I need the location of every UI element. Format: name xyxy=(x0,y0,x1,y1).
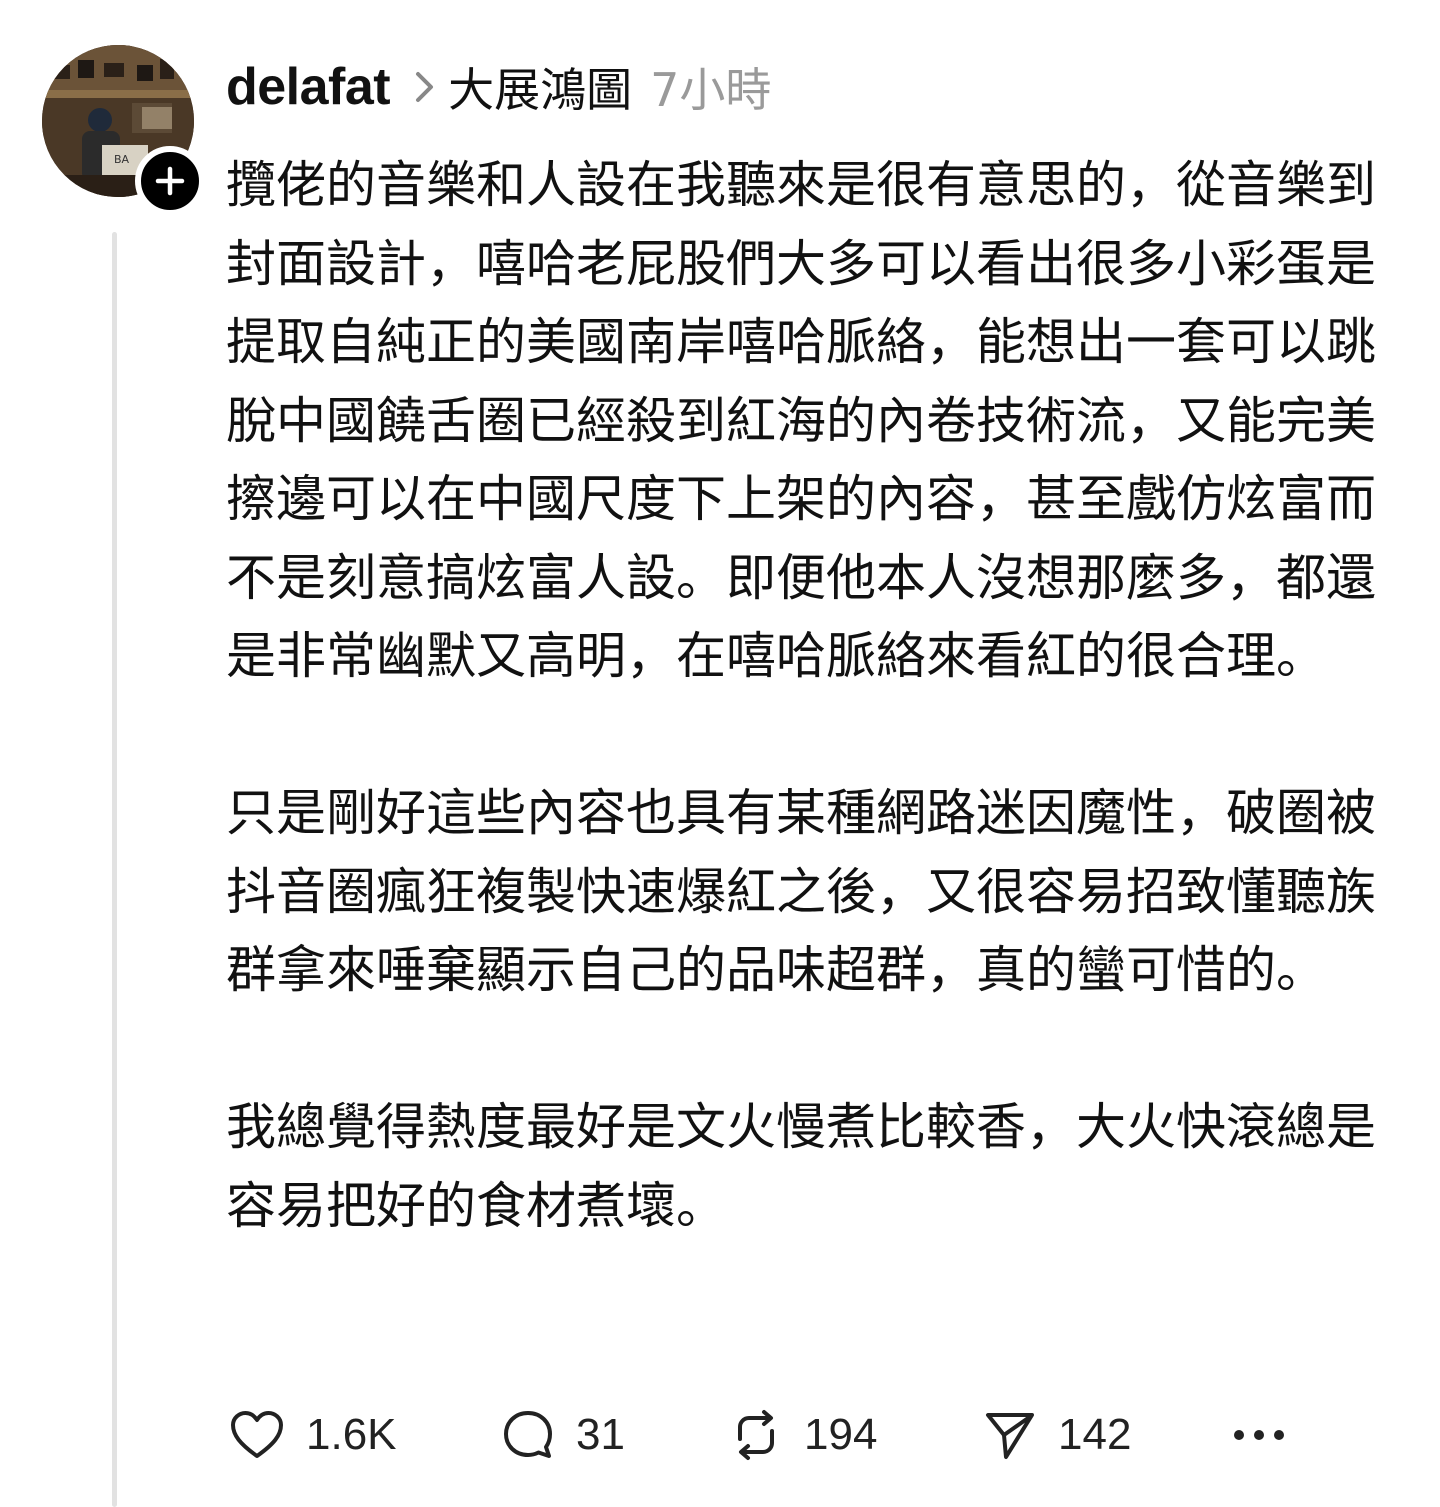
speech-bubble-icon xyxy=(502,1409,554,1461)
chevron-right-icon xyxy=(414,70,436,104)
repost-icon xyxy=(730,1409,782,1461)
svg-text:BA: BA xyxy=(114,153,130,166)
post-paragraph: 攬佬的音樂和人設在我聽來是很有意思的，從音樂到封面設計，嘻哈老屁股們大多可以看出… xyxy=(226,156,1376,685)
share-button[interactable]: 142 xyxy=(984,1409,1232,1461)
repost-count: 194 xyxy=(804,1410,878,1459)
more-dots-icon xyxy=(1232,1428,1286,1442)
username[interactable]: delafat xyxy=(226,57,391,117)
more-options-button[interactable] xyxy=(1232,1428,1286,1442)
plus-icon xyxy=(155,166,185,196)
reply-button[interactable]: 31 xyxy=(502,1409,730,1461)
post-paragraph: 我總覺得熱度最好是文火慢煮比較香，大火快滾總是容易把好的食材煮壞。 xyxy=(226,1098,1376,1235)
reply-count: 31 xyxy=(576,1410,625,1459)
topic-tag[interactable]: 大展鴻圖 xyxy=(448,54,632,120)
follow-button[interactable] xyxy=(135,146,205,216)
share-count: 142 xyxy=(1058,1410,1132,1459)
post-paragraph: 只是剛好這些內容也具有某種網路迷因魔性，破圈被抖音圈瘋狂複製快速爆紅之後，又很容… xyxy=(226,784,1376,999)
post-timestamp: 7小時 xyxy=(650,63,772,117)
send-icon xyxy=(984,1409,1036,1461)
repost-button[interactable]: 194 xyxy=(730,1409,984,1461)
like-button[interactable]: 1.6K xyxy=(230,1410,502,1460)
post-body: 攬佬的音樂和人設在我聽來是很有意思的，從音樂到封面設計，嘻哈老屁股們大多可以看出… xyxy=(226,146,1401,1245)
post-header: delafat 大展鴻圖 7小時 xyxy=(226,52,771,122)
thread-line xyxy=(112,232,117,1507)
like-count: 1.6K xyxy=(306,1410,397,1459)
heart-icon xyxy=(230,1410,284,1460)
action-bar: 1.6K 31 194 142 xyxy=(230,1400,1286,1470)
